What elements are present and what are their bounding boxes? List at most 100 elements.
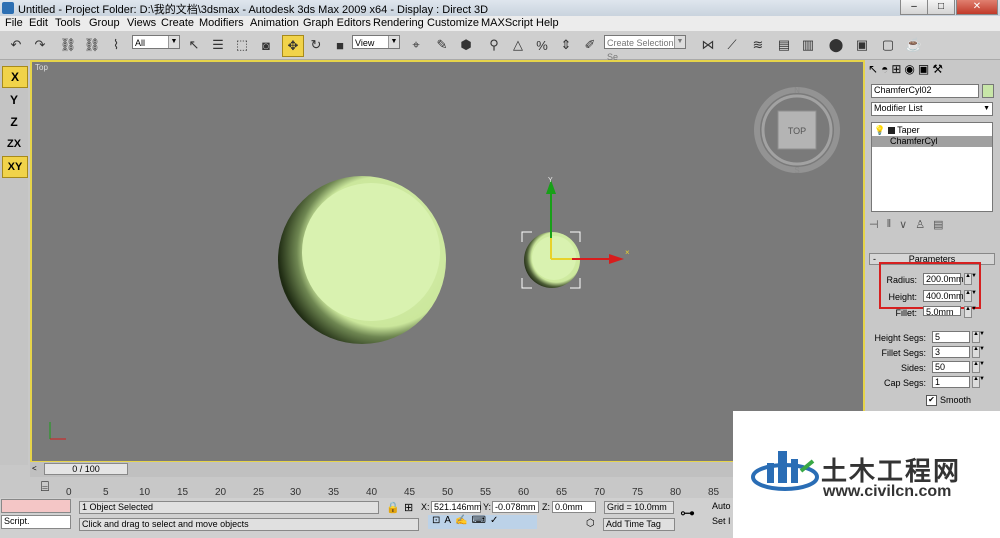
layer-manager-icon[interactable]: ≋ xyxy=(748,35,768,55)
utilities-tab-icon[interactable]: ⚒ xyxy=(932,62,943,82)
named-selection-set-input[interactable]: Create Selection Se ▼ xyxy=(604,35,686,62)
edit-named-selection-icon[interactable]: ✐ xyxy=(580,35,600,55)
make-unique-icon[interactable]: ∨ xyxy=(899,218,907,234)
set-key-icon[interactable]: ⊶ xyxy=(680,504,695,522)
absolute-mode-icon[interactable]: ⊞ xyxy=(404,501,413,514)
select-by-name-icon[interactable]: ☰ xyxy=(208,35,228,55)
z-coord-input[interactable]: 0.0mm xyxy=(552,501,596,513)
rendered-frame-icon[interactable]: ▢ xyxy=(878,35,898,55)
expand-icon[interactable] xyxy=(887,127,895,135)
align-icon[interactable]: ⟋ xyxy=(722,35,742,55)
keyboard-shortcut-icon[interactable]: ⬢ xyxy=(456,35,476,55)
menu-customize[interactable]: Customize xyxy=(427,17,479,29)
menu-graph-editors[interactable]: Graph Editors xyxy=(303,17,371,29)
display-tab-icon[interactable]: ▣ xyxy=(918,62,929,82)
radius-spinner[interactable]: ▲▼ xyxy=(964,273,977,285)
stack-item-taper[interactable]: 💡 Taper xyxy=(874,125,990,136)
smooth-checkbox[interactable]: ✔ xyxy=(926,395,937,406)
height-spinner[interactable]: ▲▼ xyxy=(964,290,977,302)
snaps-toggle-icon[interactable]: ⚲ xyxy=(484,35,504,55)
height-segs-input[interactable]: 5 xyxy=(932,331,970,343)
manipulate-icon[interactable]: ✎ xyxy=(432,35,452,55)
y-coord-input[interactable]: -0.078mm xyxy=(492,501,539,513)
show-end-result-icon[interactable]: ‖ xyxy=(887,218,892,234)
menu-maxscript[interactable]: MAXScript xyxy=(481,17,533,29)
menu-create[interactable]: Create xyxy=(161,17,194,29)
cap-segs-input[interactable]: 1 xyxy=(932,376,970,388)
motion-tab-icon[interactable]: ◉ xyxy=(904,62,914,82)
x-coord-input[interactable]: 521.146mm xyxy=(431,501,482,513)
auto-key-button[interactable]: Auto xyxy=(710,501,734,514)
fillet-segs-input[interactable]: 3 xyxy=(932,346,970,358)
input-method-icon[interactable]: ⊡ xyxy=(432,515,440,529)
axis-y-button[interactable]: Y xyxy=(2,90,26,110)
fillet-spinner[interactable]: ▲▼ xyxy=(964,306,977,318)
schematic-view-icon[interactable]: ▥ xyxy=(798,35,818,55)
redo-icon[interactable]: ↷ xyxy=(30,35,50,55)
sides-input[interactable]: 50 xyxy=(932,361,970,373)
modify-tab-icon[interactable]: ◓ xyxy=(881,62,888,82)
remove-modifier-icon[interactable]: ♙ xyxy=(915,218,925,234)
window-crossing-icon[interactable]: ◙ xyxy=(256,35,276,55)
reference-coordinate-dropdown[interactable]: View ▼ xyxy=(352,35,400,49)
radius-input[interactable]: 200.0mm xyxy=(923,273,964,285)
time-slider-thumb[interactable]: 0 / 100 xyxy=(44,463,128,475)
axis-z-button[interactable]: Z xyxy=(2,112,26,132)
spinner-snap-icon[interactable]: ⇕ xyxy=(556,35,576,55)
menu-group[interactable]: Group xyxy=(89,17,120,29)
pin-stack-icon[interactable]: ⊣ xyxy=(869,218,879,234)
stack-item-chamfercyl[interactable]: ChamferCyl xyxy=(872,136,992,147)
menu-file[interactable]: File xyxy=(5,17,23,29)
time-prev-icon[interactable]: < xyxy=(32,464,42,475)
unlink-icon[interactable]: ⛓ xyxy=(82,35,102,55)
angle-snap-icon[interactable]: △ xyxy=(508,35,528,55)
maximize-button[interactable]: □ xyxy=(927,0,955,15)
menu-animation[interactable]: Animation xyxy=(250,17,299,29)
maxscript-listener-top[interactable] xyxy=(1,499,71,513)
soft-keyboard-icon[interactable]: ⌨ xyxy=(472,515,486,529)
maxscript-listener-input[interactable]: Script. xyxy=(1,515,71,529)
configure-modifier-sets-icon[interactable]: ▤ xyxy=(933,218,943,234)
fillet-segs-spinner[interactable]: ▲▼ xyxy=(972,346,985,358)
sides-spinner[interactable]: ▲▼ xyxy=(972,361,985,373)
selection-filter-dropdown[interactable]: All ▼ xyxy=(132,35,180,49)
undo-icon[interactable]: ↶ xyxy=(6,35,26,55)
light-bulb-icon[interactable]: 💡 xyxy=(874,125,885,135)
cap-segs-spinner[interactable]: ▲▼ xyxy=(972,376,985,388)
bind-space-warp-icon[interactable]: ⌇ xyxy=(106,35,126,55)
add-time-tag-button[interactable]: Add Time Tag xyxy=(603,518,675,531)
fillet-input[interactable]: 5.0mm xyxy=(923,306,961,317)
select-object-icon[interactable]: ↖ xyxy=(184,35,204,55)
top-viewport[interactable]: Top Y × TOP N S xyxy=(30,60,865,463)
axis-xy-button[interactable]: XY xyxy=(2,156,28,178)
menu-help[interactable]: Help xyxy=(536,17,559,29)
select-and-move-icon[interactable]: ✥ xyxy=(282,35,304,57)
axis-zx-button[interactable]: ZX xyxy=(2,134,26,154)
font-a-icon[interactable]: A xyxy=(444,515,451,529)
viewcube-top-label[interactable]: TOP xyxy=(788,126,806,136)
set-key-button[interactable]: Set I xyxy=(710,516,734,529)
menu-edit[interactable]: Edit xyxy=(29,17,48,29)
viewcube[interactable]: TOP N S xyxy=(754,86,840,175)
chamfer-cylinder-large[interactable] xyxy=(278,176,446,344)
height-segs-spinner[interactable]: ▲▼ xyxy=(972,331,985,343)
modifier-stack[interactable]: 💡 Taper ChamferCyl xyxy=(871,122,993,212)
create-tab-icon[interactable]: ↖ xyxy=(868,62,878,82)
menu-tools[interactable]: Tools xyxy=(55,17,81,29)
time-tag-icon[interactable]: ⬡ xyxy=(586,518,595,529)
mini-curve-editor-icon[interactable]: ⌸ xyxy=(33,478,57,496)
close-button[interactable]: ✕ xyxy=(956,0,998,15)
object-color-swatch[interactable] xyxy=(982,84,994,98)
object-name-field[interactable]: ChamferCyl02 xyxy=(871,84,979,98)
menu-modifiers[interactable]: Modifiers xyxy=(199,17,244,29)
height-input[interactable]: 400.0mm xyxy=(923,290,964,302)
select-link-icon[interactable]: ⛓ xyxy=(58,35,78,55)
menu-views[interactable]: Views xyxy=(127,17,156,29)
select-and-rotate-icon[interactable]: ↻ xyxy=(306,35,326,55)
percent-snap-icon[interactable]: % xyxy=(532,35,552,55)
lock-selection-icon[interactable]: 🔒 xyxy=(386,501,400,514)
minimize-button[interactable]: – xyxy=(900,0,928,15)
curve-editor-icon[interactable]: ▤ xyxy=(774,35,794,55)
axis-x-button[interactable]: X xyxy=(2,66,28,88)
rect-selection-icon[interactable]: ⬚ xyxy=(232,35,252,55)
